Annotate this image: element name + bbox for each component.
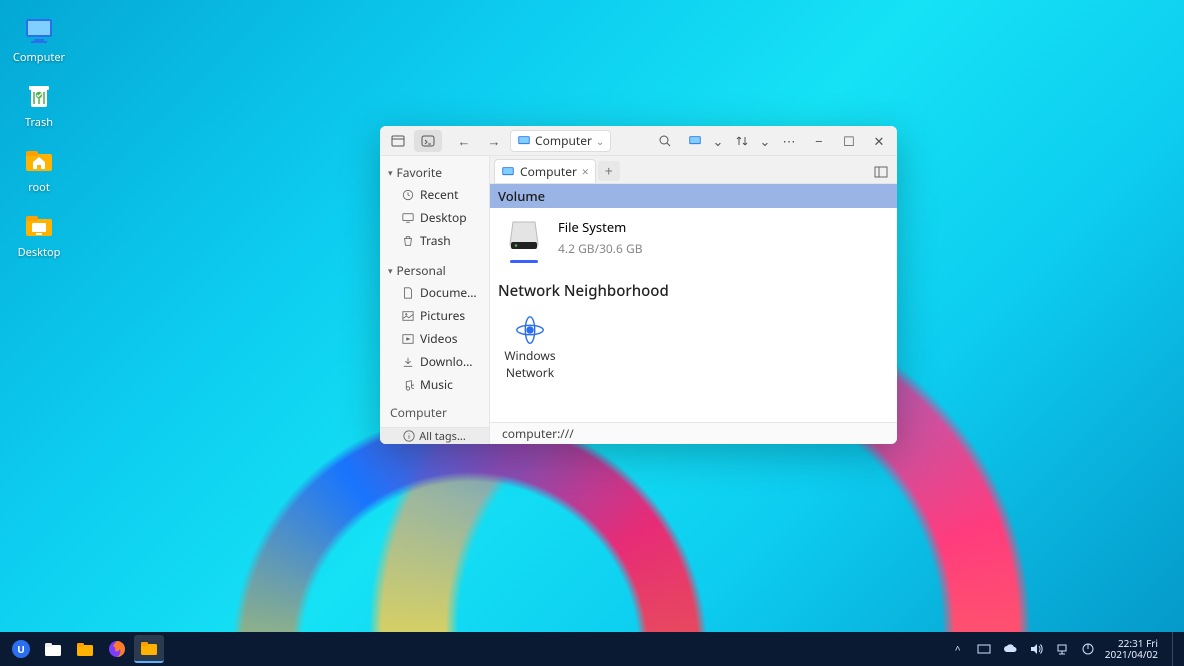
statusbar-path: computer:///	[502, 425, 574, 442]
desktop-folder-icon	[23, 209, 55, 241]
videos-icon	[402, 333, 414, 345]
desktop-icon-desktop[interactable]: Desktop	[8, 205, 70, 264]
music-icon	[402, 379, 414, 391]
volume-name: File System	[558, 218, 643, 236]
computer-icon	[517, 134, 531, 148]
sidebar-item-music[interactable]: Music	[380, 373, 489, 396]
chevron-down-icon: ▾	[388, 264, 393, 277]
desktop-icons: Computer Trash root Desktop	[8, 10, 70, 264]
pictures-icon	[402, 310, 414, 322]
desktop-icon	[402, 212, 414, 224]
address-bar[interactable]: Computer ⌄	[510, 130, 611, 152]
search-button[interactable]	[651, 130, 679, 152]
taskbar-file-manager[interactable]	[38, 635, 68, 663]
clock-date: 2021/04/02	[1105, 649, 1158, 660]
download-icon	[402, 356, 414, 368]
minimize-button[interactable]: −	[805, 130, 833, 152]
sidebar-item-documents[interactable]: Docume…	[380, 281, 489, 304]
start-menu-button[interactable]: U	[6, 635, 36, 663]
close-tab-icon[interactable]: ×	[582, 163, 589, 180]
new-tab-button[interactable]: +	[598, 161, 620, 181]
taskbar: U ^ 22:31 Fri 2021/04/02	[0, 632, 1184, 666]
svg-text:U: U	[17, 642, 25, 656]
view-mode-button[interactable]	[681, 130, 709, 152]
document-icon	[402, 287, 414, 299]
network-item-windows-network[interactable]: Windows Network	[490, 305, 570, 389]
sidebar-all-tags[interactable]: All tags...	[380, 427, 489, 444]
computer-icon	[501, 165, 515, 179]
system-tray: ^ 22:31 Fri 2021/04/02	[949, 632, 1178, 666]
network-item-label: Windows Network	[504, 347, 556, 381]
chevron-down-icon: ⌄	[596, 134, 604, 148]
chevron-down-icon: ▾	[388, 166, 393, 179]
sidebar-section-personal[interactable]: ▾Personal	[380, 260, 489, 281]
sidebar-item-recent[interactable]: Recent	[380, 183, 489, 206]
close-button[interactable]: ✕	[865, 130, 893, 152]
statusbar: computer:///	[490, 422, 897, 444]
desktop-icon-computer[interactable]: Computer	[8, 10, 70, 69]
new-window-button[interactable]	[384, 130, 412, 152]
sidebar-item-computer[interactable]: Computer	[380, 398, 489, 427]
clock-icon	[402, 189, 414, 201]
network-icon	[513, 313, 547, 347]
usage-bar	[510, 260, 538, 263]
back-button[interactable]: ←	[450, 130, 478, 152]
sidebar-item-desktop[interactable]: Desktop	[380, 206, 489, 229]
tray-cloud-icon[interactable]	[1001, 640, 1019, 658]
address-label: Computer	[535, 132, 592, 149]
sort-dropdown[interactable]: ⌄	[757, 130, 773, 152]
taskbar-folder[interactable]	[70, 635, 100, 663]
sidebar-item-pictures[interactable]: Pictures	[380, 304, 489, 327]
sidebar-item-downloads[interactable]: Downlo…	[380, 350, 489, 373]
taskbar-clock[interactable]: 22:31 Fri 2021/04/02	[1105, 638, 1158, 660]
sidebar: ▾Favorite Recent Desktop Trash ▾Personal…	[380, 156, 490, 444]
content-pane: Computer × + Volume	[490, 156, 897, 444]
maximize-button[interactable]: ☐	[835, 130, 863, 152]
section-header-network: Network Neighborhood	[490, 273, 897, 305]
taskbar-running-file-manager[interactable]	[134, 635, 164, 663]
sidebar-section-favorite[interactable]: ▾Favorite	[380, 162, 489, 183]
forward-button[interactable]: →	[480, 130, 508, 152]
volume-item-file-system[interactable]: File System 4.2 GB/30.6 GB	[490, 208, 897, 273]
tab-computer[interactable]: Computer ×	[494, 159, 596, 183]
desktop-icon-label: Desktop	[18, 245, 61, 260]
sort-button[interactable]	[728, 130, 756, 152]
tray-power-icon[interactable]	[1079, 640, 1097, 658]
desktop-icon-root[interactable]: root	[8, 140, 70, 199]
monitor-icon	[688, 134, 702, 148]
sidebar-item-videos[interactable]: Videos	[380, 327, 489, 350]
file-manager-window: ← → Computer ⌄ ⌄ ⌄ ⋯ − ☐ ✕ ▾Favorite Rec…	[380, 126, 897, 444]
desktop-icon-label: Trash	[25, 115, 53, 130]
home-folder-icon	[23, 144, 55, 176]
hard-drive-icon	[506, 218, 542, 254]
taskbar-firefox[interactable]	[102, 635, 132, 663]
view-mode-dropdown[interactable]: ⌄	[710, 130, 726, 152]
volume-size: 4.2 GB/30.6 GB	[558, 240, 643, 257]
desktop-icon-trash[interactable]: Trash	[8, 75, 70, 134]
computer-icon	[23, 14, 55, 46]
trash-icon	[23, 79, 55, 111]
sidebar-toggle-button[interactable]	[869, 161, 893, 183]
trash-icon	[402, 235, 414, 247]
tray-expand-icon[interactable]: ^	[949, 640, 967, 658]
desktop-icon-label: root	[28, 180, 50, 195]
toolbar: ← → Computer ⌄ ⌄ ⌄ ⋯ − ☐ ✕	[380, 126, 897, 156]
tray-network-icon[interactable]	[1053, 640, 1071, 658]
tabbar: Computer × +	[490, 156, 897, 184]
tray-input-method-icon[interactable]	[975, 640, 993, 658]
sidebar-item-trash[interactable]: Trash	[380, 229, 489, 252]
show-desktop-button[interactable]	[1172, 632, 1178, 666]
info-icon	[403, 430, 415, 442]
tray-volume-icon[interactable]	[1027, 640, 1045, 658]
desktop-icon-label: Computer	[13, 50, 65, 65]
terminal-button[interactable]	[414, 130, 442, 152]
menu-button[interactable]: ⋯	[775, 130, 803, 152]
section-header-volume: Volume	[490, 184, 897, 208]
